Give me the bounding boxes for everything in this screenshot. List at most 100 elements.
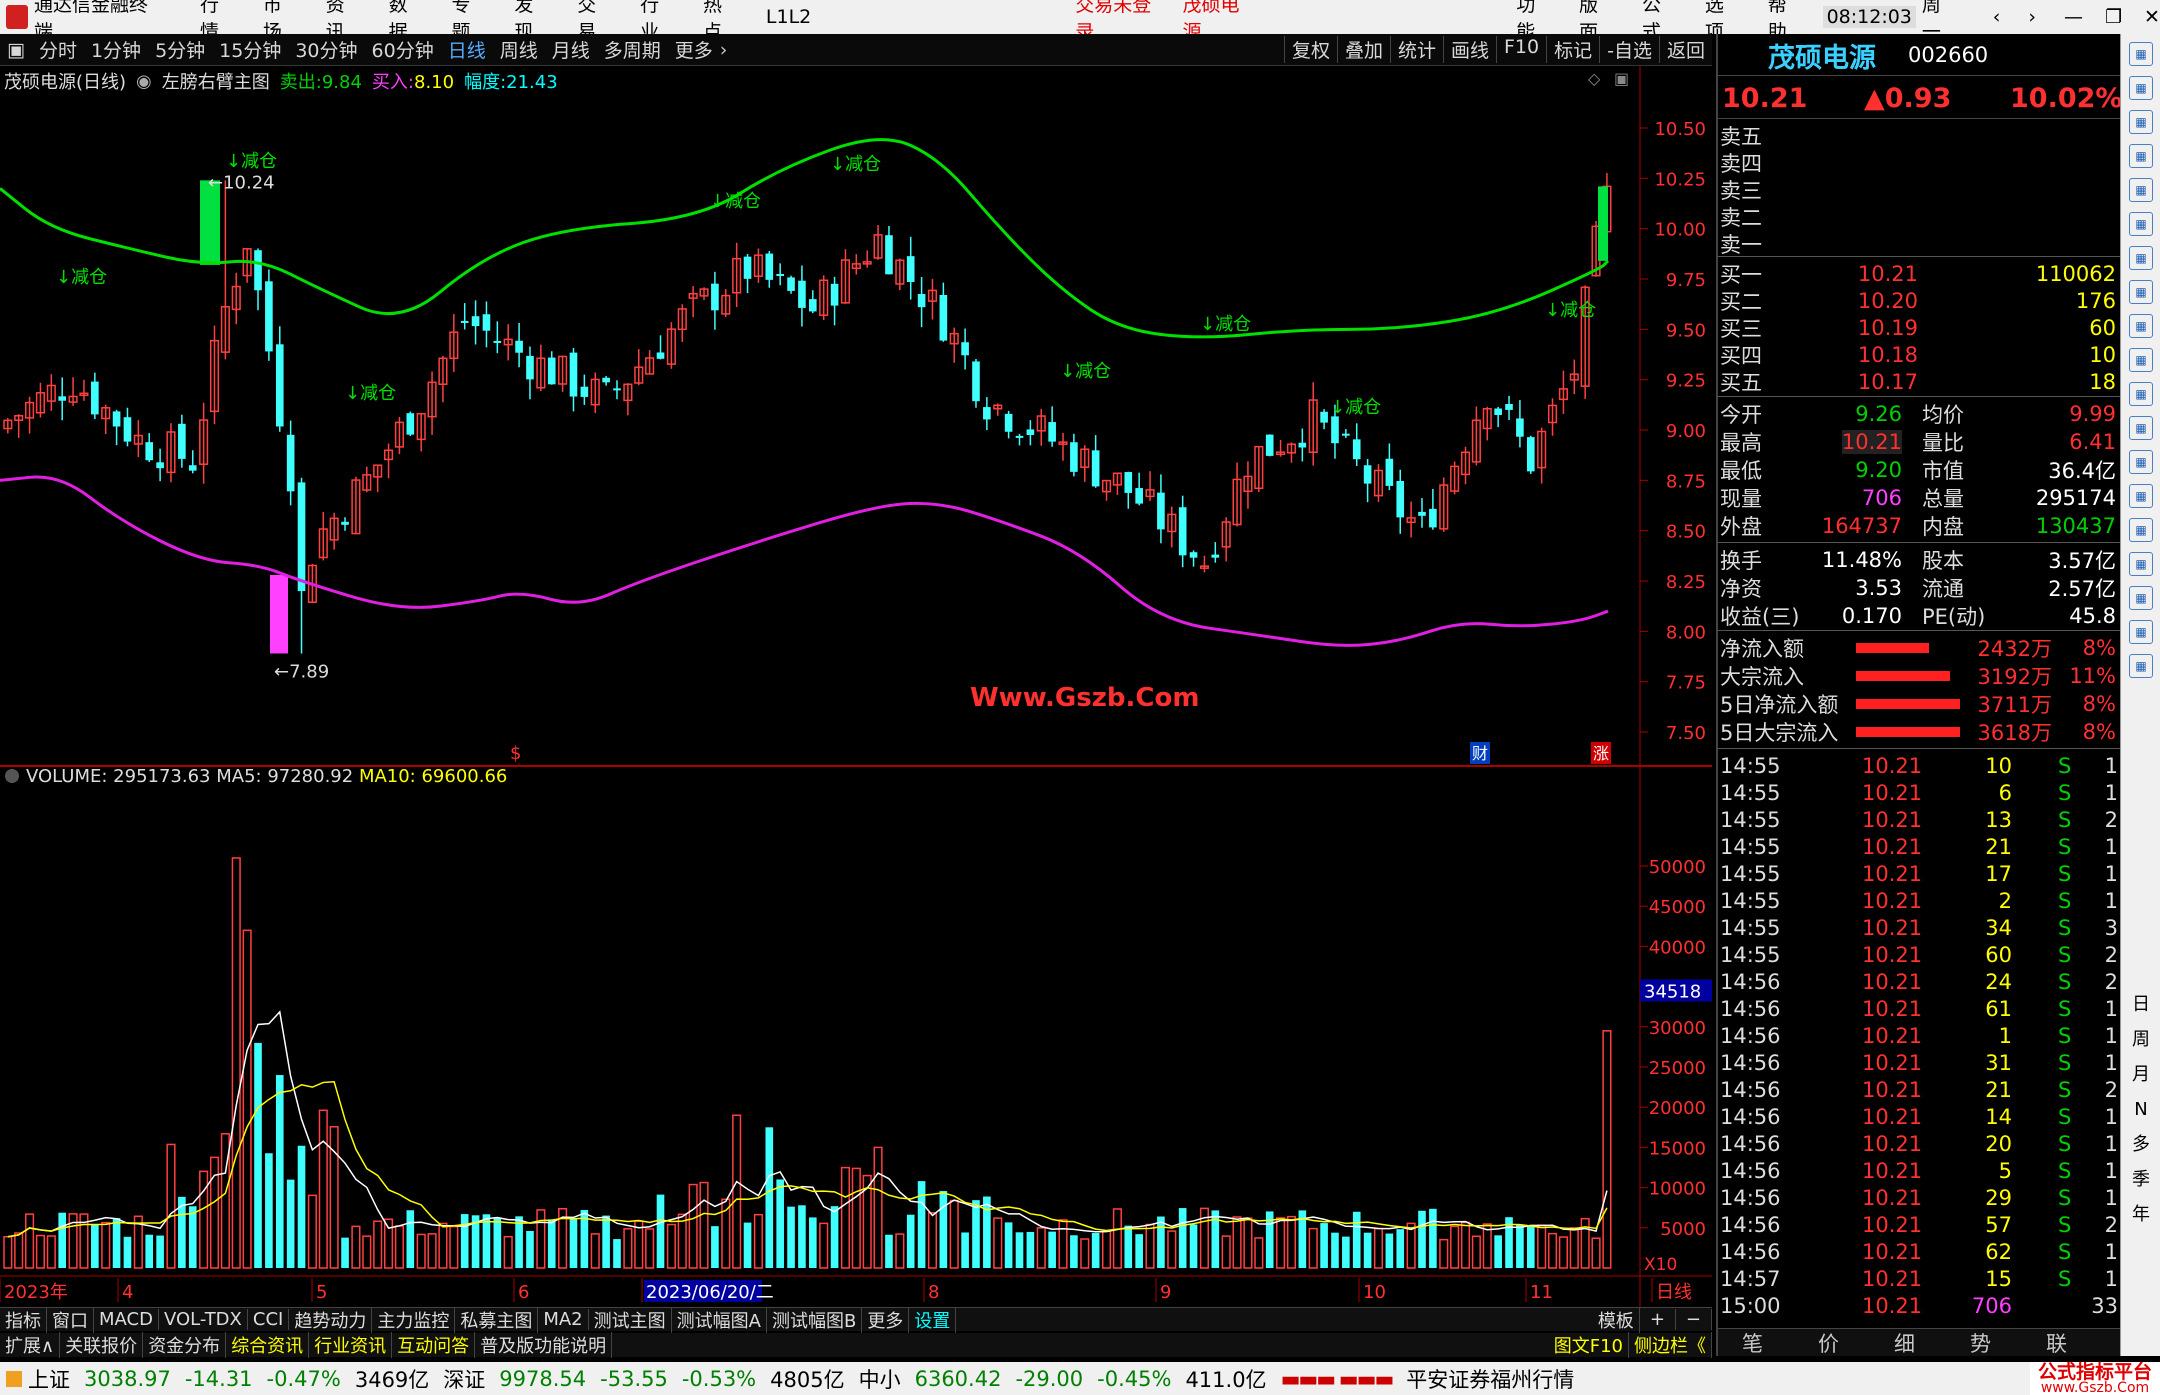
quote-tab-xi[interactable]: 细: [1894, 1328, 1915, 1358]
period-side-5[interactable]: 季: [2129, 1169, 2153, 1193]
tab-hangye[interactable]: 行业资讯: [309, 1332, 393, 1358]
restore-icon[interactable]: ❐: [2105, 6, 2122, 28]
btn-fanhui[interactable]: 返回: [1658, 36, 1712, 63]
bid-row[interactable]: 买四 10.18 10: [1718, 341, 2122, 369]
side-tool-icon[interactable]: ▦: [2129, 518, 2153, 542]
tick-row[interactable]: 14:55 10.21 34 S 3: [1718, 914, 2122, 942]
tab-zhibiao[interactable]: 指标: [0, 1306, 47, 1333]
forward-icon[interactable]: ›: [2028, 6, 2036, 28]
stat-row[interactable]: 今开 9.26 均价 9.99: [1718, 400, 2122, 428]
tick-row[interactable]: 14:56 10.21 31 S 1: [1718, 1049, 2122, 1077]
diamond-icon[interactable]: ◇: [1588, 69, 1601, 88]
side-tool-icon[interactable]: ▦: [2129, 212, 2153, 236]
period-day[interactable]: 日线: [441, 36, 493, 63]
bid-row[interactable]: 买三 10.19 60: [1718, 314, 2122, 342]
plus-icon[interactable]: +: [1640, 1309, 1676, 1330]
tick-row[interactable]: 14:56 10.21 62 S 1: [1718, 1238, 2122, 1266]
tick-row[interactable]: 14:56 10.21 5 S 1: [1718, 1157, 2122, 1185]
dollar-marker[interactable]: $: [510, 743, 521, 764]
stat-row[interactable]: 现量 706 总量 295174: [1718, 484, 2122, 512]
tab-guanlian[interactable]: 关联报价: [60, 1332, 144, 1358]
period-side-1[interactable]: 周: [2129, 1029, 2153, 1053]
toolbar-menu-icon[interactable]: ▣: [0, 39, 32, 61]
period-month[interactable]: 月线: [545, 36, 597, 63]
sh-index[interactable]: 3038.97: [84, 1367, 171, 1391]
ask-row[interactable]: 卖一: [1718, 230, 2122, 258]
tick-row[interactable]: 14:56 10.21 20 S 1: [1718, 1130, 2122, 1158]
back-icon[interactable]: ‹: [1993, 6, 2001, 28]
side-tool-icon[interactable]: ▦: [2129, 348, 2153, 372]
tick-row[interactable]: 14:56 10.21 24 S 2: [1718, 968, 2122, 996]
window-icon[interactable]: ▣: [1614, 69, 1629, 88]
period-multi[interactable]: 多周期: [597, 36, 668, 63]
bid-row[interactable]: 买二 10.20 176: [1718, 287, 2122, 315]
tick-row[interactable]: 14:56 10.21 1 S 1: [1718, 1022, 2122, 1050]
stat-row[interactable]: 净资 3.53 流通 2.57亿: [1718, 574, 2122, 602]
side-tool-icon[interactable]: ▦: [2129, 450, 2153, 474]
ask-row[interactable]: 卖五: [1718, 122, 2122, 150]
minus-icon[interactable]: −: [1676, 1309, 1712, 1330]
side-tool-icon[interactable]: ▦: [2129, 280, 2153, 304]
tick-row[interactable]: 14:55 10.21 6 S 1: [1718, 779, 2122, 807]
period-30min[interactable]: 30分钟: [288, 36, 364, 63]
tab-more[interactable]: 更多: [862, 1306, 910, 1333]
period-fenshi[interactable]: 分时: [32, 36, 84, 63]
tick-row[interactable]: 14:55 10.21 13 S 2: [1718, 806, 2122, 834]
btn-zixuan[interactable]: -自选: [1599, 36, 1659, 63]
tab-zijin[interactable]: 资金分布: [143, 1332, 227, 1358]
side-tool-icon[interactable]: ▦: [2129, 654, 2153, 678]
tab-zhuli[interactable]: 主力监控: [372, 1306, 456, 1333]
ask-row[interactable]: 卖三: [1718, 176, 2122, 204]
side-tool-icon[interactable]: ▦: [2129, 620, 2153, 644]
tick-row[interactable]: 14:56 10.21 61 S 1: [1718, 995, 2122, 1023]
side-tool-icon[interactable]: ▦: [2129, 586, 2153, 610]
menu-l1l2[interactable]: L1L2: [752, 6, 825, 28]
period-60min[interactable]: 60分钟: [365, 36, 441, 63]
flow-row[interactable]: 5日大宗流入 3618万 8%: [1718, 718, 2122, 746]
bid-row[interactable]: 买五 10.17 18: [1718, 368, 2122, 396]
tab-qushi[interactable]: 趋势动力: [289, 1306, 373, 1333]
tab-ceshi-b[interactable]: 测试幅图B: [767, 1306, 863, 1333]
side-tool-icon[interactable]: ▦: [2129, 314, 2153, 338]
side-tool-icon[interactable]: ▦: [2129, 484, 2153, 508]
tab-puji[interactable]: 普及版功能说明: [475, 1332, 613, 1358]
tick-row[interactable]: 14:56 10.21 14 S 1: [1718, 1103, 2122, 1131]
btn-huaxian[interactable]: 画线: [1442, 36, 1496, 63]
side-tool-icon[interactable]: ▦: [2129, 246, 2153, 270]
period-week[interactable]: 周线: [493, 36, 545, 63]
btn-tongji[interactable]: 统计: [1389, 36, 1443, 63]
tab-macd[interactable]: MACD: [94, 1309, 159, 1330]
tab-kuozhan[interactable]: 扩展∧: [0, 1332, 61, 1358]
stat-row[interactable]: 收益(三) 0.170 PE(动) 45.8: [1718, 602, 2122, 630]
period-more[interactable]: 更多: [668, 36, 720, 63]
period-side-2[interactable]: 月: [2129, 1064, 2153, 1088]
close-icon[interactable]: ✕: [2144, 6, 2160, 28]
tick-row[interactable]: 14:55 10.21 60 S 2: [1718, 941, 2122, 969]
stat-row[interactable]: 最低 9.20 市值 36.4亿: [1718, 456, 2122, 484]
tick-row[interactable]: 14:55 10.21 17 S 1: [1718, 860, 2122, 888]
tab-template[interactable]: 模板: [1593, 1306, 1640, 1333]
quote-tab-bi[interactable]: 笔: [1742, 1328, 1763, 1358]
side-tool-icon[interactable]: ▦: [2129, 178, 2153, 202]
ask-row[interactable]: 卖二: [1718, 203, 2122, 231]
tab-vol-tdx[interactable]: VOL-TDX: [159, 1309, 248, 1330]
tick-row[interactable]: 14:56 10.21 29 S 1: [1718, 1184, 2122, 1212]
tick-row[interactable]: 14:55 10.21 21 S 1: [1718, 833, 2122, 861]
flow-row[interactable]: 大宗流入 3192万 11%: [1718, 662, 2122, 690]
side-tool-icon[interactable]: ▦: [2129, 144, 2153, 168]
chevron-right-icon[interactable]: ›: [720, 39, 728, 61]
btn-biaoji[interactable]: 标记: [1546, 36, 1599, 63]
tick-row[interactable]: 14:55 10.21 10 S 1: [1718, 752, 2122, 780]
period-side-3[interactable]: N: [2129, 1099, 2153, 1123]
sz-index[interactable]: 9978.54: [499, 1367, 586, 1391]
period-5min[interactable]: 5分钟: [148, 36, 212, 63]
bid-row[interactable]: 买一 10.21 110062: [1718, 260, 2122, 288]
tab-ceshi-a[interactable]: 测试幅图A: [672, 1306, 767, 1333]
btn-diejia[interactable]: 叠加: [1336, 36, 1390, 63]
stat-row[interactable]: 外盘 164737 内盘 130437: [1718, 512, 2122, 540]
quote-tab-jia[interactable]: 价: [1818, 1328, 1839, 1358]
tick-row[interactable]: 14:57 10.21 15 S 1: [1718, 1265, 2122, 1293]
tick-row[interactable]: 15:00 10.21 706 33: [1718, 1292, 2122, 1320]
tab-simu[interactable]: 私募主图: [455, 1306, 539, 1333]
tab-sidebar[interactable]: 侧边栏《: [1629, 1332, 1712, 1358]
